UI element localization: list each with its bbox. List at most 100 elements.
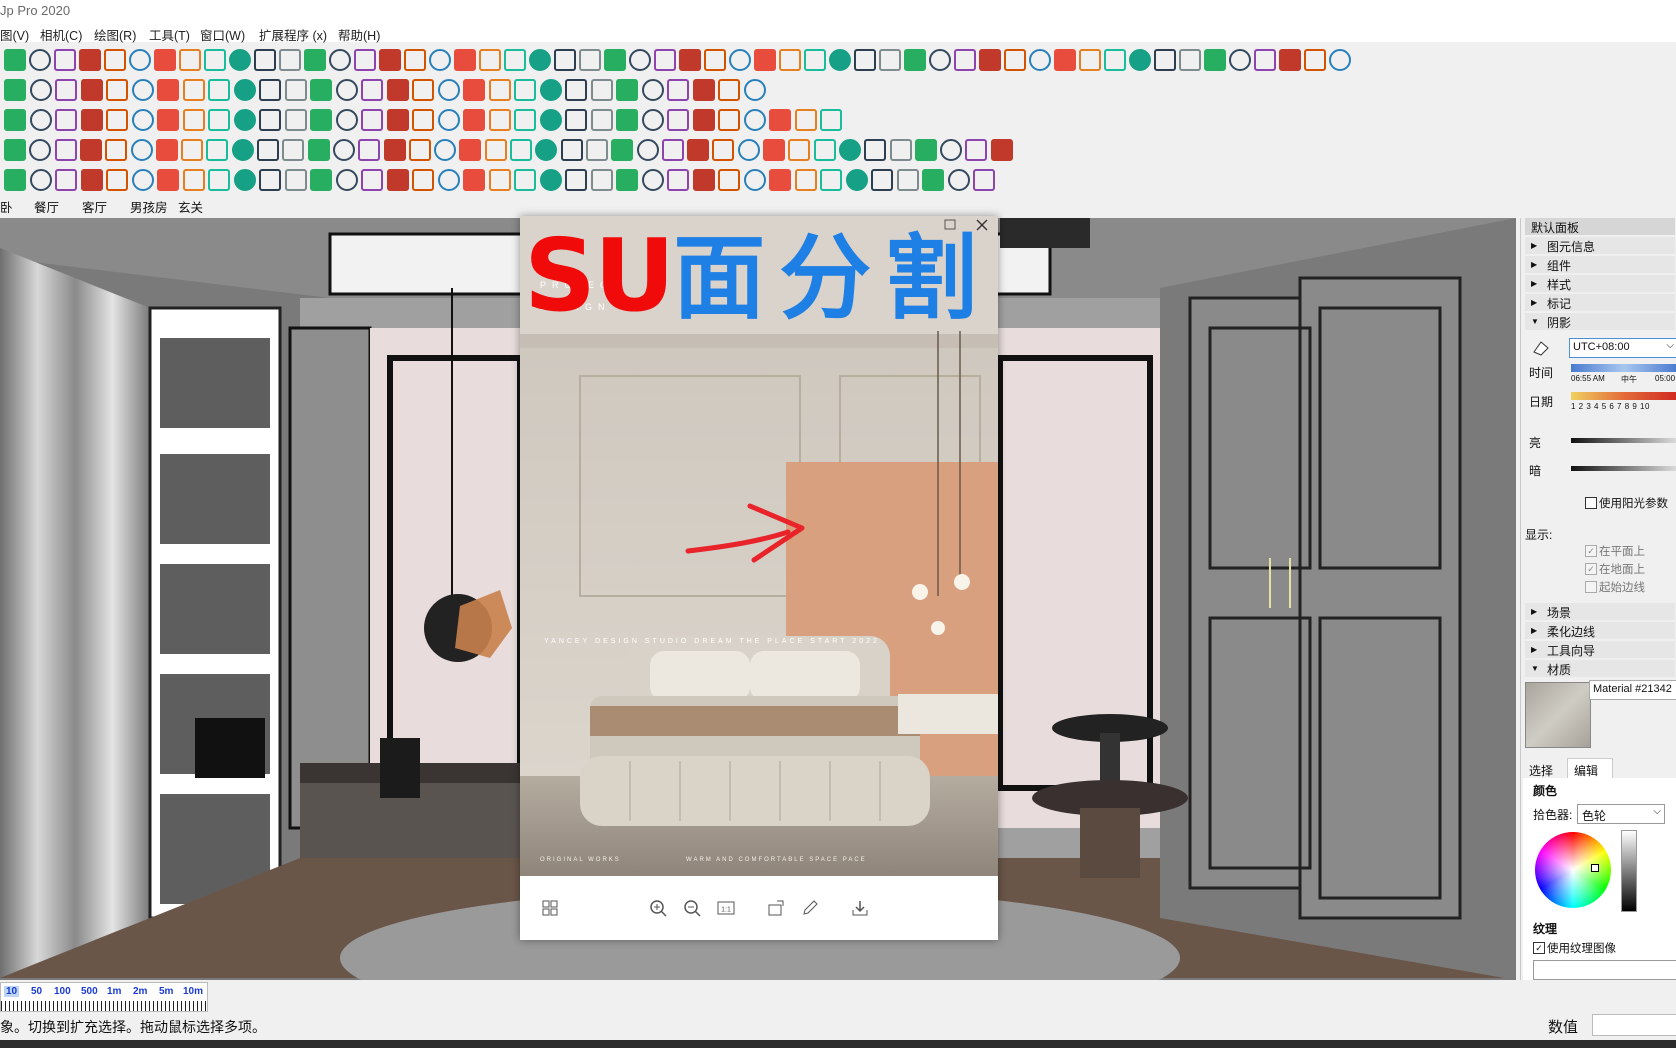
toolbar-tool-icon[interactable] bbox=[973, 169, 995, 191]
toolbar-tool-icon[interactable] bbox=[358, 139, 381, 161]
toolbar-tool-icon[interactable] bbox=[788, 139, 811, 161]
toolbar-tool-icon[interactable] bbox=[383, 139, 406, 161]
brightness-slider[interactable] bbox=[1621, 830, 1637, 912]
toolbar-tool-icon[interactable] bbox=[4, 109, 26, 131]
toolbar-tool-icon[interactable] bbox=[4, 139, 26, 161]
tab-boys-room[interactable]: 男孩房 bbox=[130, 197, 168, 216]
tray-section-materials[interactable]: ▼ 材质 bbox=[1525, 660, 1675, 677]
toolbar-tool-icon[interactable] bbox=[182, 169, 205, 191]
toolbar-tool-icon[interactable] bbox=[965, 139, 988, 161]
toolbar-tool-icon[interactable] bbox=[310, 79, 332, 101]
toolbar-tool-icon[interactable] bbox=[692, 79, 715, 101]
use-texture-checkbox[interactable]: ✓ bbox=[1533, 942, 1545, 954]
toolbar-tool-icon[interactable] bbox=[743, 79, 766, 101]
toolbar-tool-icon[interactable] bbox=[335, 79, 358, 101]
toolbar-tool-icon[interactable] bbox=[29, 49, 51, 71]
toolbar-tool-icon[interactable] bbox=[565, 79, 587, 101]
toolbar-tool-icon[interactable] bbox=[386, 79, 409, 101]
toolbar-tool-icon[interactable] bbox=[539, 169, 562, 191]
toolbar-tool-icon[interactable] bbox=[667, 79, 689, 101]
toolbar-tool-icon[interactable] bbox=[769, 109, 791, 131]
toolbar-tool-icon[interactable] bbox=[282, 139, 305, 161]
toolbar-tool-icon[interactable] bbox=[641, 109, 664, 131]
toolbar-tool-icon[interactable] bbox=[1179, 49, 1201, 71]
toolbar-tool-icon[interactable] bbox=[29, 79, 52, 101]
toolbar-tool-icon[interactable] bbox=[1254, 49, 1276, 71]
toolbar-tool-icon[interactable] bbox=[718, 79, 740, 101]
grid-icon[interactable] bbox=[540, 898, 560, 918]
tray-section-shadows[interactable]: ▼ 阴影 bbox=[1525, 313, 1675, 330]
toolbar-tool-icon[interactable] bbox=[1129, 49, 1151, 71]
toolbar-tool-icon[interactable] bbox=[206, 139, 229, 161]
toolbar-tool-icon[interactable] bbox=[131, 169, 154, 191]
texture-path-field[interactable] bbox=[1533, 960, 1676, 980]
toolbar-tool-icon[interactable] bbox=[131, 109, 154, 131]
toolbar-tool-icon[interactable] bbox=[769, 169, 791, 191]
toolbar-tool-icon[interactable] bbox=[332, 139, 355, 161]
toolbar-tool-icon[interactable] bbox=[179, 49, 201, 71]
toolbar-tool-icon[interactable] bbox=[718, 109, 740, 131]
toolbar-tool-icon[interactable] bbox=[904, 49, 926, 71]
toolbar-tool-icon[interactable] bbox=[157, 79, 179, 101]
toolbar-tool-icon[interactable] bbox=[408, 139, 431, 161]
toolbar-tool-icon[interactable] bbox=[879, 49, 901, 71]
toolbar-tool-icon[interactable] bbox=[820, 109, 842, 131]
toolbar-tool-icon[interactable] bbox=[565, 109, 587, 131]
toolbar-tool-icon[interactable] bbox=[763, 139, 785, 161]
toolbar-tool-icon[interactable] bbox=[154, 49, 176, 71]
toolbar-tool-icon[interactable] bbox=[131, 79, 154, 101]
toolbar-tool-icon[interactable] bbox=[585, 139, 608, 161]
toolbar-tool-icon[interactable] bbox=[1154, 49, 1176, 71]
color-wheel-cursor[interactable] bbox=[1591, 864, 1599, 872]
toolbar-tool-icon[interactable] bbox=[1304, 49, 1326, 71]
zoom-out-icon[interactable] bbox=[682, 898, 702, 918]
toolbar-tool-icon[interactable] bbox=[335, 109, 358, 131]
toolbar-tool-icon[interactable] bbox=[604, 49, 626, 71]
toolbar-tool-icon[interactable] bbox=[329, 49, 351, 71]
time-slider[interactable] bbox=[1571, 364, 1676, 372]
toolbar-tool-icon[interactable] bbox=[54, 139, 77, 161]
toolbar-tool-icon[interactable] bbox=[106, 109, 128, 131]
value-input[interactable] bbox=[1592, 1014, 1676, 1036]
toolbar-tool-icon[interactable] bbox=[1029, 49, 1051, 71]
toolbar-tool-icon[interactable] bbox=[947, 169, 970, 191]
toolbar-tool-icon[interactable] bbox=[611, 139, 634, 161]
toolbar-tool-icon[interactable] bbox=[437, 169, 460, 191]
toolbar-tool-icon[interactable] bbox=[641, 169, 664, 191]
toolbar-tool-icon[interactable] bbox=[529, 49, 551, 71]
toolbar-tool-icon[interactable] bbox=[80, 169, 103, 191]
toolbar-tool-icon[interactable] bbox=[79, 49, 101, 71]
toolbar-tool-icon[interactable] bbox=[484, 139, 507, 161]
toolbar-tool-icon[interactable] bbox=[254, 49, 276, 71]
toolbar-tool-icon[interactable] bbox=[488, 79, 511, 101]
zoom-in-icon[interactable] bbox=[648, 898, 668, 918]
toolbar-tool-icon[interactable] bbox=[922, 169, 944, 191]
material-name-field[interactable]: Material #21342 bbox=[1589, 680, 1676, 700]
tab-living[interactable]: 客厅 bbox=[82, 197, 107, 216]
on-faces-checkbox[interactable]: ✓ bbox=[1585, 545, 1597, 557]
toolbar-tool-icon[interactable] bbox=[1004, 49, 1026, 71]
toolbar-tool-icon[interactable] bbox=[412, 79, 434, 101]
menu-view[interactable]: 图(V) bbox=[0, 25, 29, 44]
toolbar-tool-icon[interactable] bbox=[259, 169, 281, 191]
toolbar-tool-icon[interactable] bbox=[743, 109, 766, 131]
toolbar-tool-icon[interactable] bbox=[4, 49, 26, 71]
toolbar-tool-icon[interactable] bbox=[743, 169, 766, 191]
use-sun-checkbox[interactable] bbox=[1585, 497, 1597, 509]
toolbar-tool-icon[interactable] bbox=[463, 79, 485, 101]
toolbar-tool-icon[interactable] bbox=[284, 79, 307, 101]
toolbar-tool-icon[interactable] bbox=[386, 169, 409, 191]
toolbar-tool-icon[interactable] bbox=[404, 49, 426, 71]
toolbar-tool-icon[interactable] bbox=[871, 169, 893, 191]
toolbar-tool-icon[interactable] bbox=[80, 109, 103, 131]
toolbar-tool-icon[interactable] bbox=[737, 139, 760, 161]
toolbar-tool-icon[interactable] bbox=[940, 139, 963, 161]
rotate-icon[interactable] bbox=[766, 898, 786, 918]
shadow-toggle-icon[interactable] bbox=[1531, 338, 1551, 358]
toolbar-tool-icon[interactable] bbox=[55, 79, 77, 101]
toolbar-tool-icon[interactable] bbox=[554, 49, 576, 71]
toolbar-tool-icon[interactable] bbox=[104, 49, 126, 71]
toolbar-tool-icon[interactable] bbox=[896, 169, 919, 191]
edit-pencil-icon[interactable] bbox=[800, 898, 820, 918]
toolbar-tool-icon[interactable] bbox=[29, 139, 52, 161]
